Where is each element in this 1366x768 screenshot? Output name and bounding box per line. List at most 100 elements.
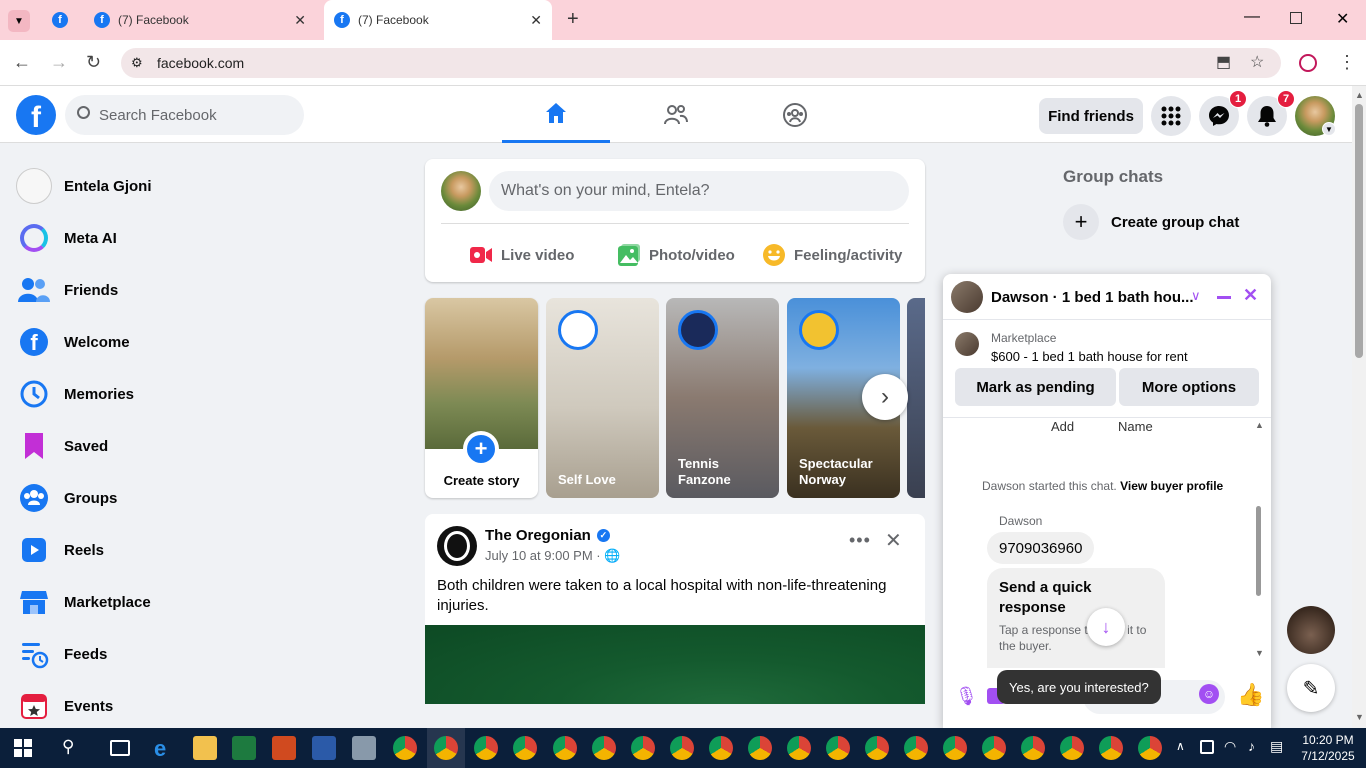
keyboard-icon[interactable]: ▤ — [1270, 738, 1283, 755]
browser-tab-1[interactable]: f (7) Facebook ✕ — [86, 0, 316, 40]
view-buyer-profile-link[interactable]: View buyer profile — [1120, 479, 1223, 493]
post-author[interactable]: The Oregonian ✓ — [485, 527, 610, 544]
nav-home[interactable] — [502, 86, 610, 143]
chrome-icon[interactable] — [631, 736, 655, 760]
sidebar-item-welcome[interactable]: f Welcome — [16, 316, 356, 368]
chrome-icon[interactable] — [592, 736, 616, 760]
emoji-icon[interactable]: ☺ — [1199, 684, 1219, 704]
nav-groups[interactable] — [741, 86, 849, 143]
create-group-chat-button[interactable]: + Create group chat — [1063, 204, 1239, 240]
chrome-icon[interactable] — [865, 736, 889, 760]
sidebar-item-feeds[interactable]: Feeds — [16, 628, 356, 680]
sidebar-item-friends[interactable]: Friends — [16, 264, 356, 316]
excel-icon[interactable] — [232, 736, 256, 760]
chrome-icon[interactable] — [748, 736, 772, 760]
sidebar-item-events[interactable]: Events — [16, 680, 356, 732]
close-icon[interactable]: ✕ — [1243, 285, 1258, 306]
chrome-icon[interactable] — [553, 736, 577, 760]
back-arrow-icon[interactable]: ← — [13, 52, 31, 73]
minimize-window-button[interactable]: — — [1244, 8, 1260, 26]
scroll-down-arrow-icon[interactable]: ↓ — [1087, 608, 1125, 646]
chevron-right-icon[interactable]: › — [862, 374, 908, 420]
chrome-icon[interactable] — [1060, 736, 1084, 760]
sidebar-item-groups[interactable]: Groups — [16, 472, 356, 524]
whats-on-your-mind-input[interactable]: What's on your mind, Entela? — [489, 171, 909, 211]
chrome-icon[interactable] — [787, 736, 811, 760]
restore-window-button[interactable] — [1290, 12, 1302, 24]
find-friends-button[interactable]: Find friends — [1039, 98, 1143, 134]
sidebar-item-reels[interactable]: Reels — [16, 524, 356, 576]
chevron-down-icon[interactable]: ∨ — [1191, 288, 1201, 304]
chrome-icon[interactable] — [1138, 736, 1162, 760]
avatar[interactable] — [441, 171, 481, 211]
notifications-button[interactable]: 7 — [1247, 90, 1295, 136]
snipping-tool-icon[interactable] — [352, 736, 376, 760]
nav-friends[interactable] — [622, 86, 730, 143]
new-message-icon[interactable]: ✎ — [1287, 664, 1335, 712]
more-options-button[interactable]: More options — [1119, 368, 1259, 406]
sidebar-item-marketplace[interactable]: Marketplace — [16, 576, 356, 628]
wifi-icon[interactable]: ◠ — [1224, 738, 1236, 755]
sidebar-item-meta-ai[interactable]: Meta AI — [16, 212, 356, 264]
install-app-icon[interactable]: ⬒ — [1216, 52, 1231, 72]
pinned-facebook-tab[interactable]: f — [52, 12, 68, 28]
chat-header[interactable]: Dawson · 1 bed 1 bath hou... ∨ ✕ — [943, 274, 1271, 320]
browser-tab-2[interactable]: f (7) Facebook ✕ — [324, 0, 552, 40]
listing-title[interactable]: $600 - 1 bed 1 bath house for rent — [991, 349, 1188, 364]
close-window-button[interactable]: ✕ — [1336, 9, 1349, 29]
word-icon[interactable] — [312, 736, 336, 760]
story-card-partial[interactable] — [907, 298, 925, 498]
story-card[interactable]: Self Love — [546, 298, 659, 498]
close-icon[interactable]: ✕ — [885, 528, 902, 553]
close-tab-icon[interactable]: ✕ — [530, 12, 542, 29]
url-field[interactable]: ⚙ facebook.com — [121, 48, 1281, 78]
chrome-icon[interactable] — [826, 736, 850, 760]
chat-head-avatar[interactable] — [1287, 606, 1335, 654]
chrome-icon[interactable] — [434, 736, 458, 760]
file-explorer-icon[interactable] — [193, 736, 217, 760]
powerpoint-icon[interactable] — [272, 736, 296, 760]
close-tab-icon[interactable]: ✕ — [294, 12, 306, 29]
chrome-icon[interactable] — [982, 736, 1006, 760]
chrome-icon[interactable] — [393, 736, 417, 760]
thumbs-up-icon[interactable]: 👍 — [1237, 682, 1264, 708]
feeling-activity-button[interactable]: Feeling/activity — [762, 237, 902, 273]
new-tab-button[interactable]: + — [567, 8, 579, 31]
volume-icon[interactable]: ♪ — [1248, 738, 1255, 754]
more-options-icon[interactable]: ••• — [849, 530, 871, 551]
chrome-icon[interactable] — [943, 736, 967, 760]
battery-icon[interactable] — [1200, 740, 1214, 754]
story-card[interactable]: Tennis Fanzone — [666, 298, 779, 498]
messenger-button[interactable]: 1 — [1199, 90, 1247, 136]
chevron-up-icon[interactable]: ∧ — [1176, 739, 1185, 753]
menu-grid-button[interactable] — [1151, 96, 1191, 136]
page-avatar[interactable] — [437, 526, 477, 566]
page-scrollbar[interactable]: ▲ ▼ — [1352, 86, 1366, 728]
chrome-icon[interactable] — [670, 736, 694, 760]
profile-icon[interactable] — [1299, 54, 1317, 72]
search-input[interactable]: Search Facebook — [65, 95, 304, 135]
message-bubble[interactable]: 9709036960 — [987, 532, 1095, 564]
edge-icon[interactable]: e — [154, 736, 166, 762]
chrome-icon[interactable] — [1021, 736, 1045, 760]
chat-scrollbar[interactable]: ▲ ▼ — [1253, 420, 1264, 660]
taskbar-clock[interactable]: 10:20 PM 7/12/2025 — [1298, 732, 1358, 764]
create-story-card[interactable]: + Create story — [425, 298, 538, 498]
sidebar-item-saved[interactable]: Saved — [16, 420, 356, 472]
post-time[interactable]: July 10 at 9:00 PM · 🌐 — [485, 548, 620, 564]
photo-video-button[interactable]: Photo/video — [617, 237, 735, 273]
reload-icon[interactable]: ↻ — [86, 52, 101, 73]
bookmark-star-icon[interactable]: ☆ — [1250, 52, 1264, 72]
chrome-icon[interactable] — [904, 736, 928, 760]
post-image[interactable] — [425, 625, 925, 704]
live-video-button[interactable]: Live video — [469, 237, 574, 273]
sidebar-item-memories[interactable]: Memories — [16, 368, 356, 420]
tab-search-button[interactable]: ▼ — [8, 10, 30, 32]
forward-arrow-icon[interactable]: → — [50, 52, 68, 73]
chrome-icon[interactable] — [513, 736, 537, 760]
facebook-logo-icon[interactable]: f — [16, 95, 56, 135]
windows-start-icon[interactable] — [14, 739, 32, 757]
minimize-icon[interactable] — [1217, 296, 1231, 299]
chrome-icon[interactable] — [474, 736, 498, 760]
mark-as-pending-button[interactable]: Mark as pending — [955, 368, 1116, 406]
